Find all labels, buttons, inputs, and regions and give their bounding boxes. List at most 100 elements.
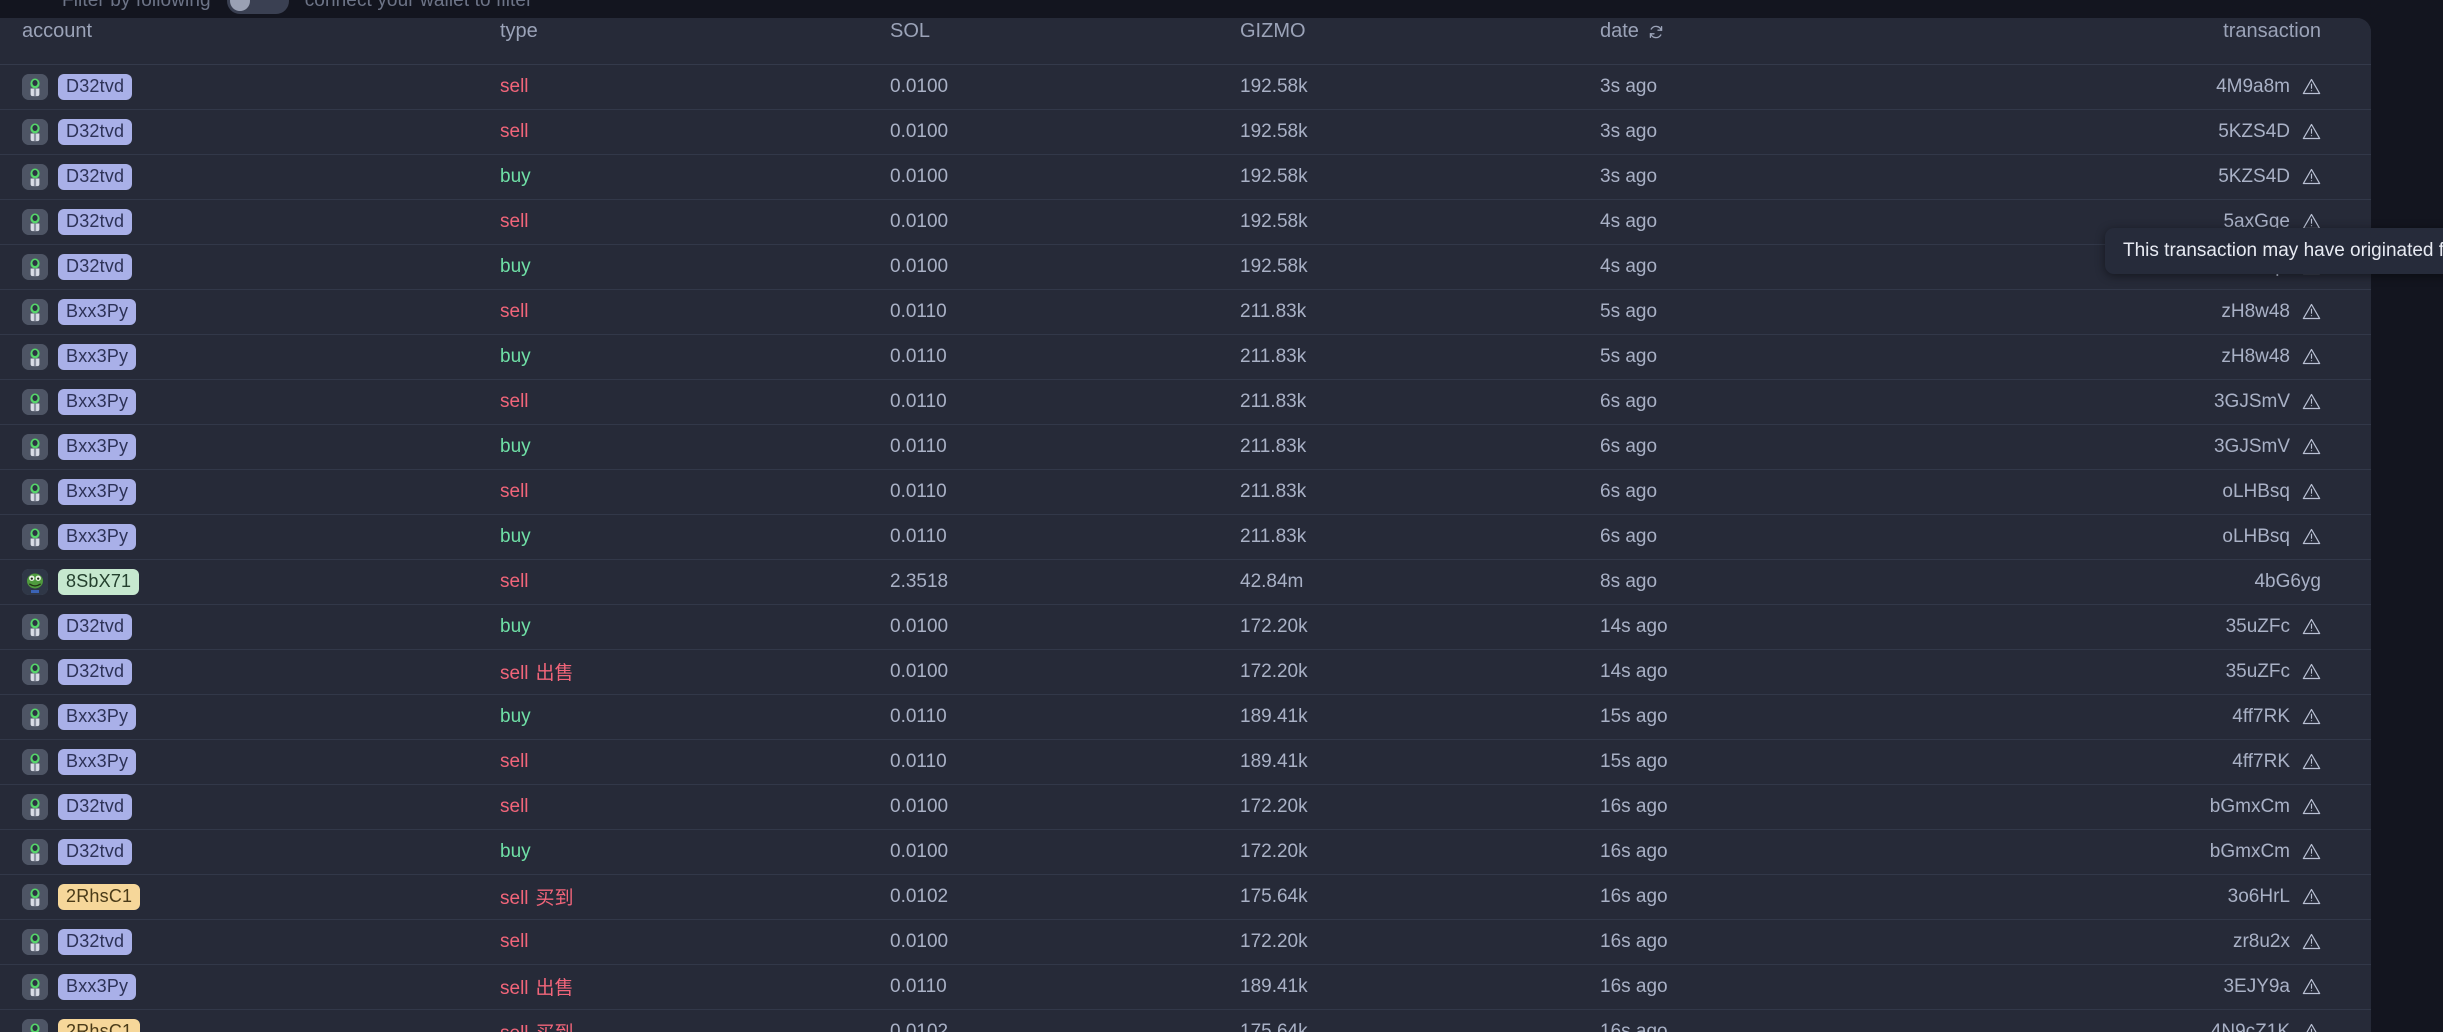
account-badge[interactable]: Bxx3Py	[58, 299, 136, 325]
account-badge[interactable]: D32tvd	[58, 794, 132, 820]
bot-warning-icon[interactable]	[2302, 797, 2321, 816]
column-header-type[interactable]: type	[500, 18, 890, 64]
table-row[interactable]: D32tvdsell0.0100172.20k16s agozr8u2x	[0, 919, 2371, 964]
table-row[interactable]: D32tvdsell出售0.0100172.20k14s ago35uZFc	[0, 649, 2371, 694]
transaction-link[interactable]: 5KZS4D	[2218, 166, 2290, 188]
table-row[interactable]: D32tvdsell0.0100192.58k3s ago5KZS4D	[0, 109, 2371, 154]
table-row[interactable]: Bxx3Pysell出售0.0110189.41k16s ago3EJY9a	[0, 964, 2371, 1009]
follow-filter-toggle[interactable]	[227, 0, 289, 14]
account-badge[interactable]: Bxx3Py	[58, 344, 136, 370]
transaction-link[interactable]: bGmxCm	[2210, 841, 2290, 863]
account-badge[interactable]: D32tvd	[58, 659, 132, 685]
bot-warning-icon[interactable]	[2302, 977, 2321, 996]
cell-account: D32tvd	[0, 154, 500, 199]
account-badge[interactable]: D32tvd	[58, 614, 132, 640]
transaction-link[interactable]: zr8u2x	[2233, 931, 2290, 953]
cell-gizmo: 211.83k	[1240, 334, 1600, 379]
bot-warning-icon[interactable]	[2302, 437, 2321, 456]
table-row[interactable]: D32tvdsell0.0100192.58k4s ago5axGqe	[0, 199, 2371, 244]
bot-warning-icon[interactable]	[2302, 1022, 2321, 1032]
account-badge[interactable]: D32tvd	[58, 209, 132, 235]
account-badge[interactable]: 2RhsC1	[58, 884, 140, 910]
bot-warning-icon[interactable]	[2302, 887, 2321, 906]
table-row[interactable]: D32tvdbuy0.0100172.20k14s ago35uZFc	[0, 604, 2371, 649]
table-row[interactable]: 2RhsC1sell买到0.0102175.64k16s ago4N9cZ1K	[0, 1009, 2371, 1032]
account-badge[interactable]: D32tvd	[58, 164, 132, 190]
transaction-link[interactable]: 3EJY9a	[2223, 976, 2290, 998]
bot-warning-icon[interactable]	[2302, 527, 2321, 546]
table-row[interactable]: Bxx3Pybuy0.0110211.83k5s agozH8w48	[0, 334, 2371, 379]
transaction-link[interactable]: 35uZFc	[2226, 661, 2290, 683]
bot-warning-icon[interactable]	[2302, 302, 2321, 321]
account-badge[interactable]: D32tvd	[58, 839, 132, 865]
account-badge[interactable]: Bxx3Py	[58, 704, 136, 730]
account-badge[interactable]: Bxx3Py	[58, 524, 136, 550]
account-badge[interactable]: 2RhsC1	[58, 1019, 140, 1032]
bot-warning-icon[interactable]	[2302, 392, 2321, 411]
transaction-link[interactable]: 5KZS4D	[2218, 121, 2290, 143]
account-badge[interactable]: D32tvd	[58, 929, 132, 955]
table-row[interactable]: 2RhsC1sell买到0.0102175.64k16s ago3o6HrL	[0, 874, 2371, 919]
astronaut-avatar	[22, 794, 48, 820]
bot-warning-icon[interactable]	[2302, 707, 2321, 726]
account-badge[interactable]: D32tvd	[58, 119, 132, 145]
transaction-link[interactable]: oLHBsq	[2222, 526, 2290, 548]
transaction-link[interactable]: 4N9cZ1K	[2211, 1021, 2290, 1032]
table-row[interactable]: D32tvdbuy0.0100192.58k4s ago5axGqe	[0, 244, 2371, 289]
cell-account: Bxx3Py	[0, 514, 500, 559]
bot-warning-icon[interactable]	[2302, 842, 2321, 861]
transaction-link[interactable]: bGmxCm	[2210, 796, 2290, 818]
table-row[interactable]: D32tvdbuy0.0100192.58k3s ago5KZS4D	[0, 154, 2371, 199]
transaction-link[interactable]: zH8w48	[2221, 301, 2290, 323]
column-header-account[interactable]: account	[0, 18, 500, 64]
account-badge[interactable]: Bxx3Py	[58, 479, 136, 505]
column-header-sol[interactable]: SOL	[890, 18, 1240, 64]
bot-warning-icon[interactable]	[2302, 662, 2321, 681]
transaction-link[interactable]: 4ff7RK	[2232, 706, 2290, 728]
table-row[interactable]: Bxx3Pysell0.0110211.83k6s ago3GJSmV	[0, 379, 2371, 424]
bot-warning-icon[interactable]	[2302, 617, 2321, 636]
table-row[interactable]: Bxx3Pysell0.0110189.41k15s ago4ff7RK	[0, 739, 2371, 784]
table-row[interactable]: Bxx3Pybuy0.0110189.41k15s ago4ff7RK	[0, 694, 2371, 739]
table-row[interactable]: 8SbX71sell2.351842.84m8s ago4bG6yg	[0, 559, 2371, 604]
bot-warning-icon[interactable]	[2302, 752, 2321, 771]
transaction-link[interactable]: zH8w48	[2221, 346, 2290, 368]
account-badge[interactable]: Bxx3Py	[58, 974, 136, 1000]
table-row[interactable]: D32tvdbuy0.0100172.20k16s agobGmxCm	[0, 829, 2371, 874]
table-row[interactable]: D32tvdsell0.0100172.20k16s agobGmxCm	[0, 784, 2371, 829]
transaction-link[interactable]: 35uZFc	[2226, 616, 2290, 638]
account-badge[interactable]: Bxx3Py	[58, 434, 136, 460]
table-row[interactable]: D32tvdsell0.0100192.58k3s ago4M9a8m	[0, 64, 2371, 109]
table-row[interactable]: Bxx3Pybuy0.0110211.83k6s agooLHBsq	[0, 514, 2371, 559]
account-badge[interactable]: D32tvd	[58, 74, 132, 100]
astronaut-avatar	[22, 254, 48, 280]
table-row[interactable]: Bxx3Pysell0.0110211.83k5s agozH8w48	[0, 289, 2371, 334]
cell-account: Bxx3Py	[0, 739, 500, 784]
cell-sol: 0.0100	[890, 649, 1240, 694]
bot-warning-icon[interactable]	[2302, 77, 2321, 96]
account-badge[interactable]: Bxx3Py	[58, 749, 136, 775]
account-badge[interactable]: Bxx3Py	[58, 389, 136, 415]
transaction-link[interactable]: 3GJSmV	[2214, 391, 2290, 413]
transaction-link[interactable]: 4ff7RK	[2232, 751, 2290, 773]
astronaut-avatar	[22, 119, 48, 145]
bot-warning-icon[interactable]	[2302, 167, 2321, 186]
account-badge[interactable]: D32tvd	[58, 254, 132, 280]
column-header-transaction[interactable]: transaction	[2070, 18, 2371, 64]
transaction-link[interactable]: 4bG6yg	[2254, 571, 2321, 593]
refresh-icon[interactable]	[1648, 24, 1664, 40]
bot-warning-icon[interactable]	[2302, 932, 2321, 951]
transaction-link[interactable]: 3GJSmV	[2214, 436, 2290, 458]
transaction-link[interactable]: oLHBsq	[2222, 481, 2290, 503]
transaction-link[interactable]: 4M9a8m	[2216, 76, 2290, 98]
bot-warning-icon[interactable]	[2302, 347, 2321, 366]
cell-sol: 0.0102	[890, 874, 1240, 919]
column-header-date[interactable]: date	[1600, 18, 2070, 64]
column-header-gizmo[interactable]: GIZMO	[1240, 18, 1600, 64]
bot-warning-icon[interactable]	[2302, 122, 2321, 141]
table-row[interactable]: Bxx3Pybuy0.0110211.83k6s ago3GJSmV	[0, 424, 2371, 469]
account-badge[interactable]: 8SbX71	[58, 569, 139, 595]
bot-warning-icon[interactable]	[2302, 482, 2321, 501]
transaction-link[interactable]: 3o6HrL	[2228, 886, 2290, 908]
table-row[interactable]: Bxx3Pysell0.0110211.83k6s agooLHBsq	[0, 469, 2371, 514]
